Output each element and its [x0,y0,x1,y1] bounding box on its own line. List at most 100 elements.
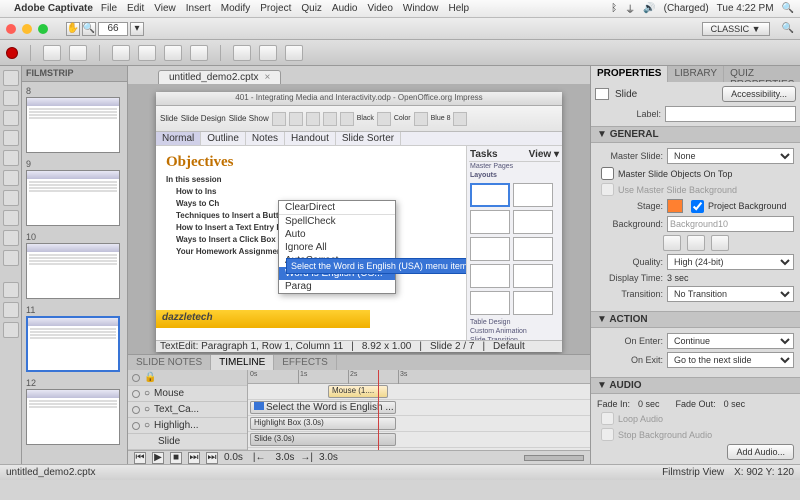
volume-icon[interactable]: 🔊 [643,3,655,14]
layout-option[interactable] [513,291,553,315]
layout-option[interactable] [470,183,510,207]
tab-quiz-properties[interactable]: QUIZ PROPERTIES [724,66,800,82]
menu-project[interactable]: Project [260,3,291,14]
tool[interactable] [3,170,19,186]
toolbar-item[interactable] [259,45,277,61]
stage-color-swatch[interactable] [667,199,683,213]
tool[interactable] [3,130,19,146]
menu-view[interactable]: View [154,3,176,14]
toolbar-item[interactable] [112,45,130,61]
layout-option[interactable] [513,264,553,288]
ooo-tab-handout[interactable]: Handout [285,132,336,145]
bluetooth-icon[interactable]: ᛒ [611,3,617,14]
tasks-view-menu[interactable]: View ▾ [529,149,559,160]
menu-insert[interactable]: Insert [186,3,211,14]
toolbar-item[interactable] [69,45,87,61]
canvas[interactable]: 401 - Integrating Media and Interactivit… [128,84,590,354]
tool[interactable] [3,190,19,206]
visibility-icon[interactable] [132,374,140,382]
filmstrip-slide[interactable]: 8 [26,86,123,153]
toolbar-item[interactable] [190,45,208,61]
track-name[interactable]: Slide [128,434,247,450]
bg-action[interactable] [711,235,729,251]
menu-help[interactable]: Help [448,3,469,14]
timeline-clip-slide[interactable]: Slide (3.0s) [250,433,396,446]
track-name[interactable]: ○Mouse [128,386,247,402]
ooo-tab-normal[interactable]: Normal [156,132,201,145]
layout-option[interactable] [470,210,510,234]
menu-modify[interactable]: Modify [221,3,250,14]
layout-option[interactable] [470,237,510,261]
menu-quiz[interactable]: Quiz [301,3,322,14]
tab-timeline[interactable]: TIMELINE [211,355,274,370]
toolbar-item[interactable] [43,45,61,61]
tool[interactable] [3,322,19,338]
tool[interactable] [3,210,19,226]
tool[interactable] [3,250,19,266]
toolbar-item[interactable] [164,45,182,61]
filmstrip-slide[interactable]: 12 [26,378,123,445]
layout-option[interactable] [513,237,553,261]
timeline-clip-highlight[interactable]: Highlight Box (3.0s) [250,417,396,430]
transition-select[interactable]: No Transition [667,286,794,302]
hand-tool[interactable]: ✋ [66,22,80,36]
menu-window[interactable]: Window [403,3,439,14]
bg-action[interactable] [687,235,705,251]
close-tab-icon[interactable]: × [265,72,271,83]
layout-option[interactable] [513,210,553,234]
menu-edit[interactable]: Edit [127,3,144,14]
ctx-item[interactable]: SpellCheck [279,214,395,228]
play-button[interactable]: ▶ [152,452,164,464]
filmstrip-slide[interactable]: 9 [26,159,123,226]
end-button[interactable]: ⏭ [206,452,218,464]
stop-button[interactable]: ■ [170,452,182,464]
line-tool[interactable] [3,282,19,298]
tab-library[interactable]: LIBRARY [668,66,724,82]
layout-option[interactable] [513,183,553,207]
timeline-clip-mouse[interactable]: Mouse (1.... [328,385,388,398]
master-on-top-checkbox[interactable] [601,167,614,180]
quality-select[interactable]: High (24-bit) [667,254,794,270]
layout-option[interactable] [470,291,510,315]
track-name[interactable]: ○Text_Ca... [128,402,247,418]
accessibility-button[interactable]: Accessibility... [722,86,796,102]
zoom-tool[interactable]: 🔍 [82,22,96,36]
on-exit-select[interactable]: Go to the next slide [667,352,794,368]
add-audio-button[interactable]: Add Audio... [727,444,794,460]
playhead[interactable] [378,370,379,450]
tab-slide-notes[interactable]: SLIDE NOTES [128,355,211,370]
zoom-window[interactable] [38,24,48,34]
tool[interactable] [3,110,19,126]
minimize-window[interactable] [22,24,32,34]
ooo-tab-sorter[interactable]: Slide Sorter [336,132,401,145]
ooo-tab-notes[interactable]: Notes [246,132,285,145]
toolbar-item[interactable] [138,45,156,61]
rewind-button[interactable]: ⏮ [134,452,146,464]
zoom-slider[interactable] [524,455,584,461]
tool[interactable] [3,230,19,246]
on-enter-select[interactable]: Continue [667,333,794,349]
close-window[interactable] [6,24,16,34]
project-bg-checkbox[interactable] [691,200,704,213]
record-button[interactable] [6,47,18,59]
timeline-clip-text[interactable]: Select the Word is English ... [250,401,396,414]
toolbar-item[interactable] [285,45,303,61]
ctx-item[interactable]: Auto [279,228,395,241]
tool[interactable] [3,90,19,106]
search-icon[interactable]: 🔍 [782,23,794,34]
document-tab[interactable]: untitled_demo2.cptx× [158,70,281,84]
ctx-item[interactable]: Parag [279,280,395,293]
app-name[interactable]: Adobe Captivate [14,3,93,14]
forward-button[interactable]: ⏭ [188,452,200,464]
zoom-level[interactable]: 66 [98,22,128,36]
label-input[interactable] [665,106,796,122]
track-name[interactable]: ○Highligh... [128,418,247,434]
spotlight-icon[interactable]: 🔍 [782,3,794,14]
tab-effects[interactable]: EFFECTS [274,355,337,370]
menu-audio[interactable]: Audio [332,3,358,14]
ooo-tab-outline[interactable]: Outline [201,132,246,145]
tool[interactable] [3,150,19,166]
layout-option[interactable] [470,264,510,288]
airport-icon[interactable]: ⏚ [625,1,635,16]
ctx-item[interactable]: ClearDirect [279,201,395,214]
